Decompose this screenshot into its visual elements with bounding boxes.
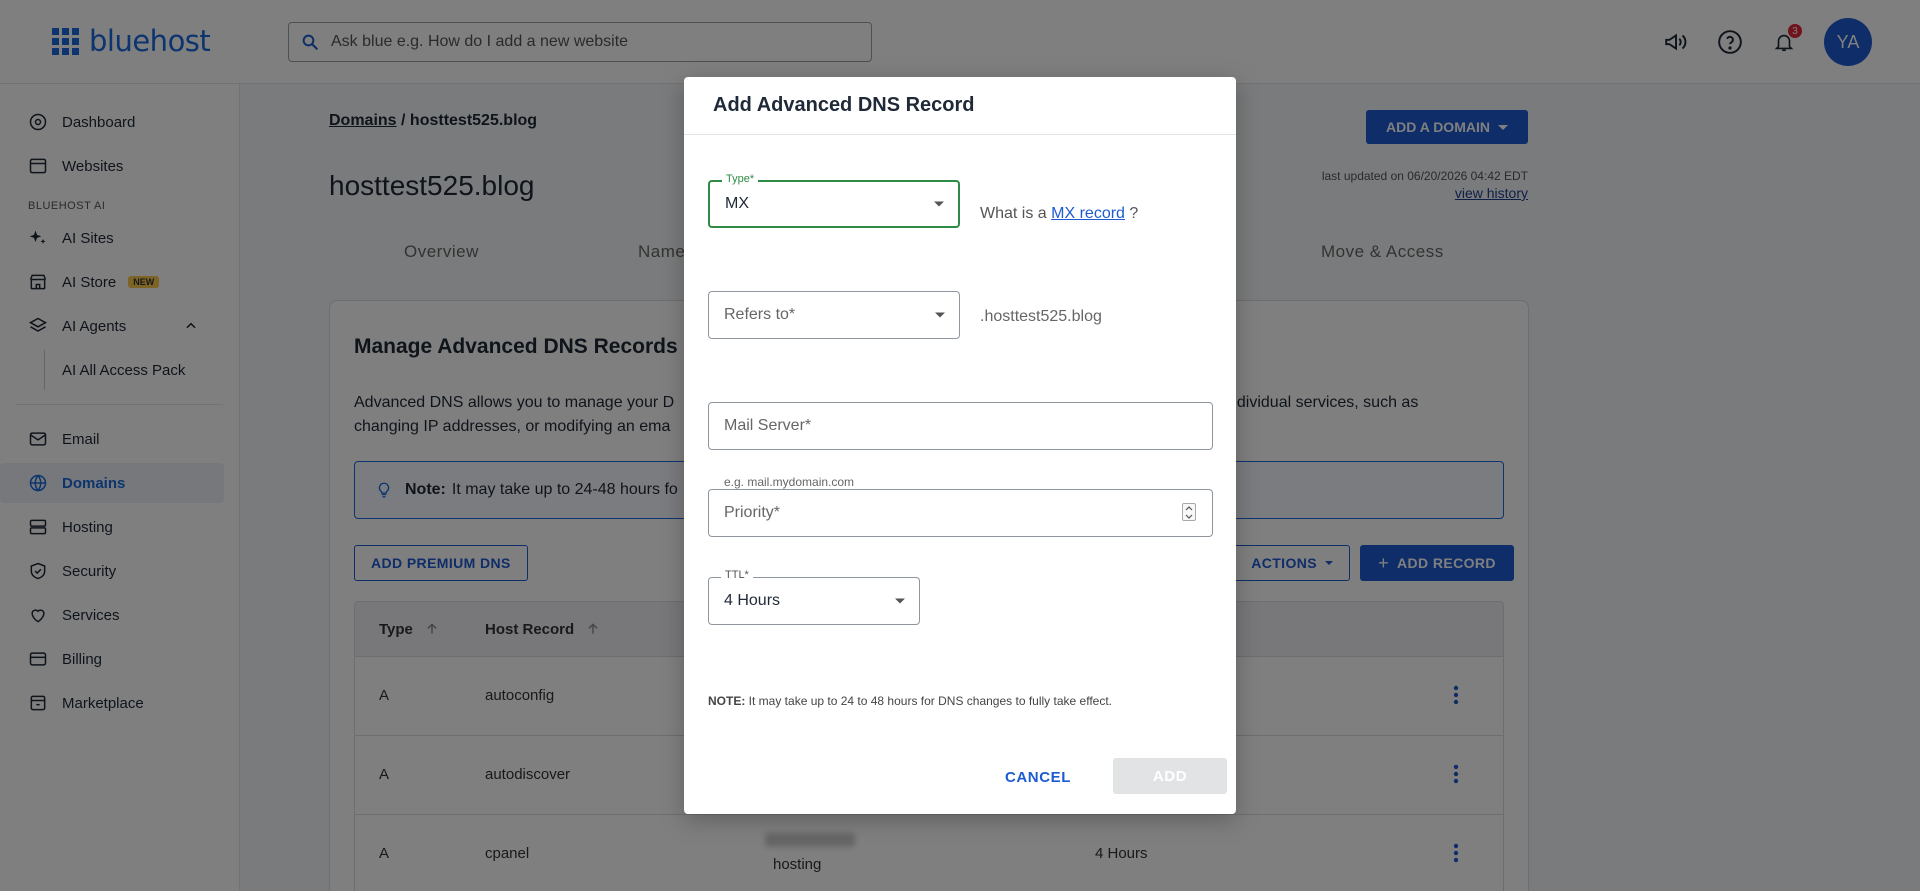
add-dns-record-modal: Add Advanced DNS Record Type* MX What is… (684, 77, 1236, 814)
modal-note-text: It may take up to 24 to 48 hours for DNS… (745, 694, 1112, 708)
modal-note-label: NOTE: (708, 694, 746, 708)
modal-note: NOTE: It may take up to 24 to 48 hours f… (708, 694, 1112, 708)
refers-to-placeholder: Refers to* (724, 306, 796, 323)
modal-title: Add Advanced DNS Record (684, 77, 1236, 135)
refers-to-select[interactable]: Refers to* (708, 291, 960, 339)
type-label: Type* (722, 173, 759, 185)
add-button[interactable]: ADD (1113, 758, 1227, 794)
chevron-up-icon[interactable] (1185, 505, 1193, 511)
priority-placeholder: Priority* (724, 504, 781, 521)
domain-suffix: .hosttest525.blog (980, 308, 1102, 325)
mail-server-input[interactable]: Mail Server* (708, 402, 1213, 450)
type-select[interactable]: Type* MX (708, 173, 960, 228)
type-value: MX (725, 195, 749, 212)
ttl-value: 4 Hours (724, 592, 781, 609)
mail-server-placeholder: Mail Server* (724, 417, 812, 434)
ttl-select[interactable]: TTL* 4 Hours (708, 569, 920, 625)
chevron-down-icon[interactable] (1185, 514, 1193, 519)
ttl-label: TTL* (721, 569, 753, 581)
help-suffix: ? (1124, 205, 1139, 222)
mx-help-text: What is a MX record ? (980, 205, 1138, 223)
help-prefix: What is a (980, 205, 1052, 222)
cancel-button[interactable]: CANCEL (983, 759, 1093, 795)
priority-input[interactable]: Priority* (708, 489, 1213, 537)
caret-down-icon (895, 598, 905, 604)
mx-record-link[interactable]: MX record (1051, 205, 1125, 222)
caret-down-icon (935, 312, 945, 318)
mail-server-hint: e.g. mail.mydomain.com (724, 475, 855, 489)
number-stepper[interactable] (1182, 503, 1196, 521)
caret-down-icon (934, 201, 944, 207)
